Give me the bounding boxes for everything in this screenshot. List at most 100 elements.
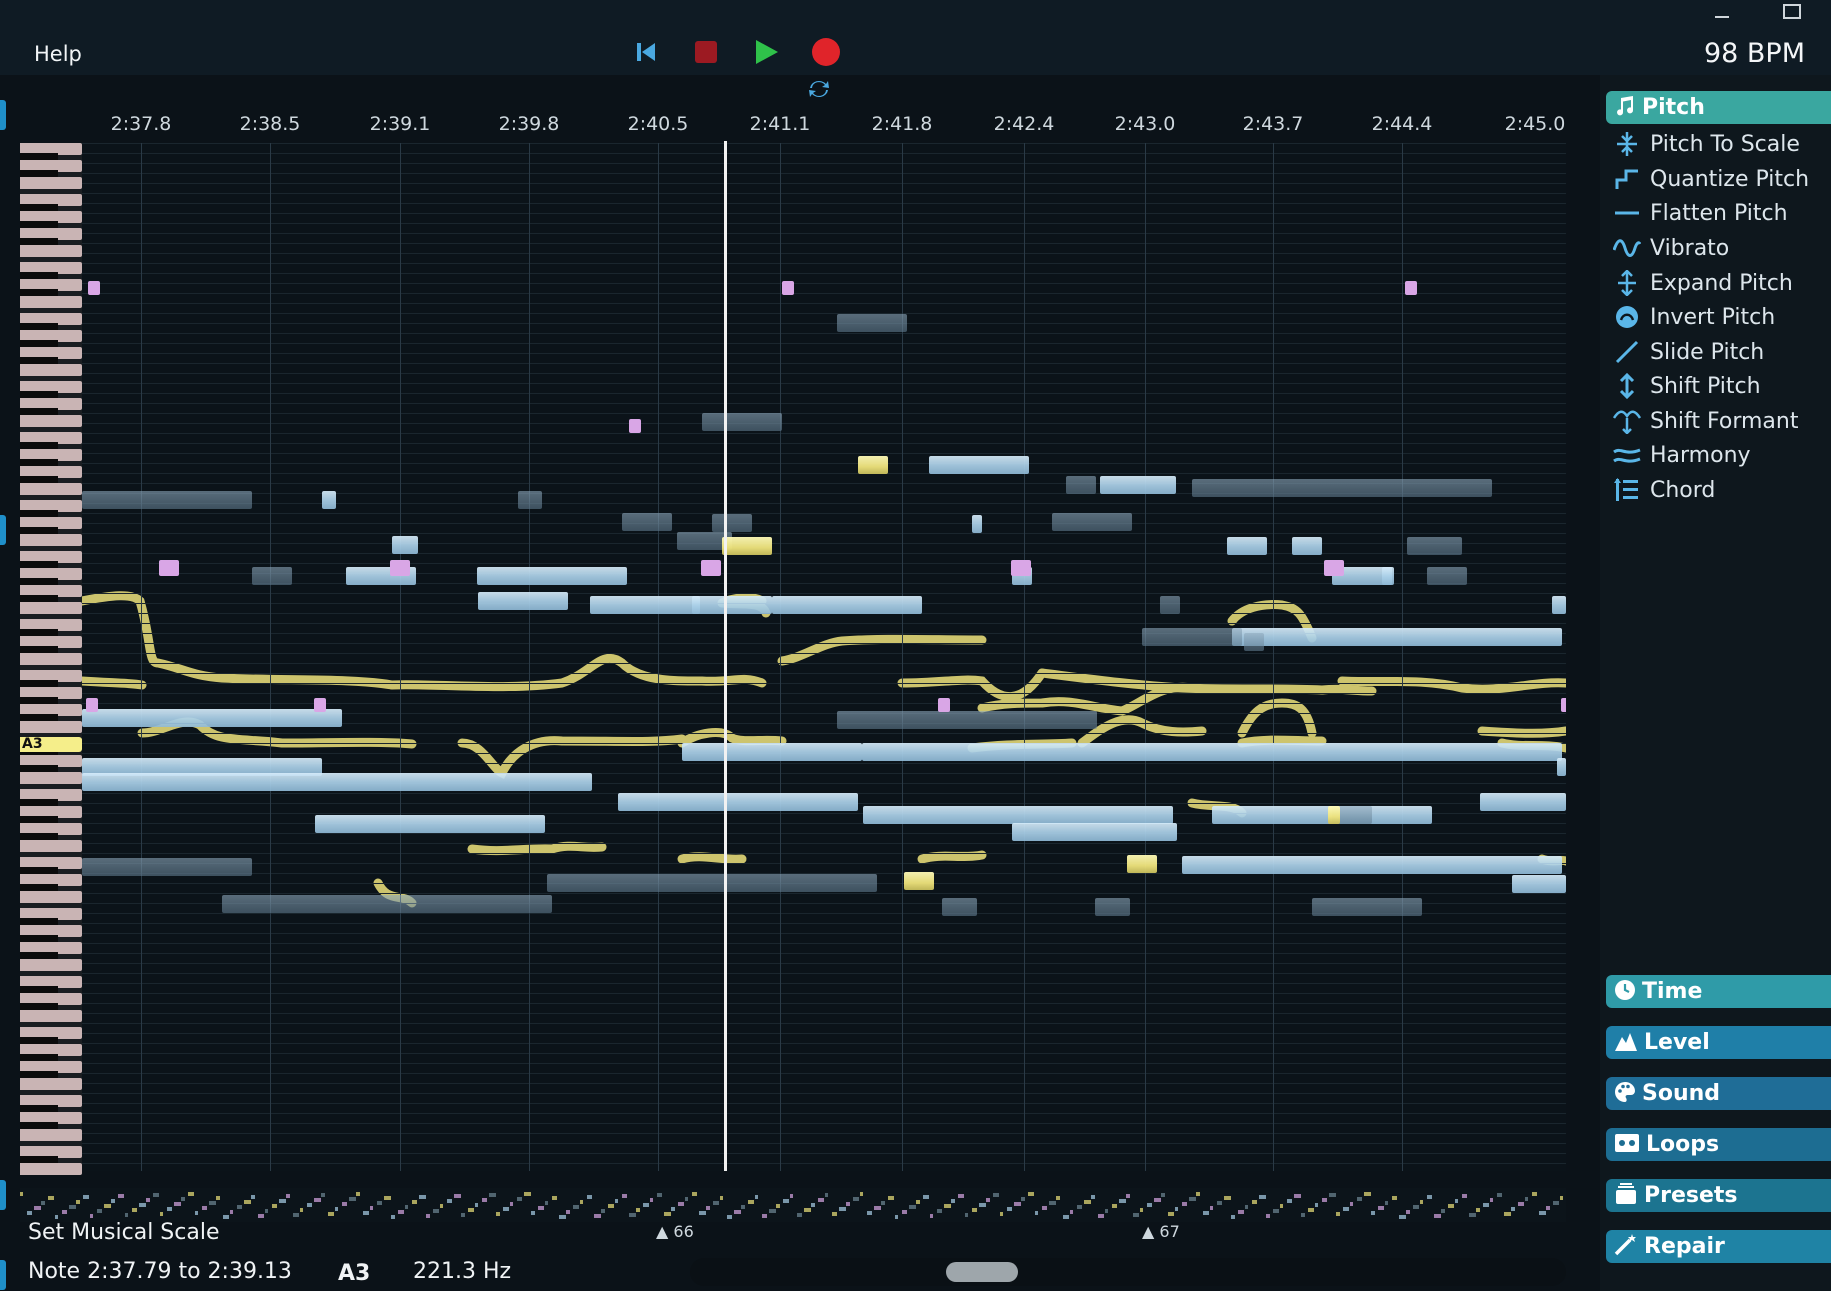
note-blob[interactable] [1182,856,1562,874]
section-time[interactable]: Time [1606,975,1831,1008]
help-menu[interactable]: Help [34,42,82,66]
scrollbar-thumb[interactable] [946,1262,1018,1282]
piano-key[interactable] [20,721,82,733]
note-editor-grid[interactable] [82,143,1566,1171]
piano-black-key[interactable] [20,272,58,279]
maximize-icon[interactable] [1782,3,1802,21]
note-blob[interactable] [1552,596,1566,614]
piano-black-key[interactable] [20,561,58,568]
note-blob[interactable] [1142,628,1242,646]
piano-black-key[interactable] [20,680,58,687]
tool-invert-pitch[interactable]: Invert Pitch [1612,302,1775,332]
piano-key[interactable] [20,364,82,376]
piano-black-key[interactable] [20,833,58,840]
tool-pitch-to-scale[interactable]: Pitch To Scale [1612,129,1800,159]
piano-black-key[interactable] [20,459,58,466]
note-blob[interactable] [622,513,672,531]
overview-strip[interactable] [20,1188,1566,1222]
piano-black-key[interactable] [20,884,58,891]
note-blob[interactable] [702,413,782,431]
piano-black-key[interactable] [20,918,58,925]
piano-black-key[interactable] [20,442,58,449]
piano-black-key[interactable] [20,1003,58,1010]
note-blob[interactable] [942,898,977,916]
note-blob[interactable] [1382,567,1394,585]
piano-key[interactable] [20,1010,82,1022]
play-icon[interactable] [750,36,782,68]
note-blob[interactable] [1480,793,1566,811]
piano-key[interactable] [20,534,82,546]
section-repair[interactable]: Repair [1606,1230,1831,1263]
piano-key[interactable] [20,891,82,903]
note-blob[interactable] [252,567,292,585]
piano-key[interactable] [20,245,82,257]
note-blob[interactable] [1227,537,1267,555]
note-blob[interactable] [1012,823,1177,841]
note-blob[interactable] [1557,758,1566,776]
pitch-marker[interactable] [159,560,179,576]
pitch-marker[interactable] [938,698,950,712]
piano-key[interactable] [20,1163,82,1175]
note-blob[interactable] [1212,806,1432,824]
piano-key[interactable] [20,483,82,495]
pitch-marker[interactable] [390,560,410,576]
piano-key[interactable] [20,653,82,665]
tool-expand-pitch[interactable]: Expand Pitch [1612,268,1793,298]
note-blob[interactable] [547,874,877,892]
pitch-marker[interactable] [1324,560,1344,576]
tool-shift-pitch[interactable]: Shift Pitch [1612,371,1761,401]
piano-black-key[interactable] [20,646,58,653]
note-blob[interactable] [1407,537,1462,555]
note-blob[interactable] [712,514,752,532]
piano-key[interactable] [20,602,82,614]
piano-black-key[interactable] [20,1122,58,1129]
tool-vibrato[interactable]: Vibrato [1612,233,1729,263]
horizontal-scrollbar[interactable] [690,1258,1566,1286]
piano-black-key[interactable] [20,935,58,942]
piano-black-key[interactable] [20,595,58,602]
rewind-icon[interactable] [630,36,662,68]
note-blob[interactable] [837,314,907,332]
piano-key[interactable] [20,296,82,308]
note-blob[interactable] [392,536,418,554]
note-blob[interactable] [1100,476,1176,494]
note-blob[interactable] [1244,633,1264,651]
loop-icon[interactable] [804,76,834,102]
note-blob[interactable] [82,709,342,727]
pitch-marker[interactable] [1561,698,1566,712]
bar-marker[interactable]: ▲ 67 [1142,1222,1180,1241]
stop-icon[interactable] [690,36,722,68]
piano-black-key[interactable] [20,204,58,211]
piano-black-key[interactable] [20,1156,58,1163]
piano-black-key[interactable] [20,986,58,993]
piano-black-key[interactable] [20,153,58,160]
note-blob[interactable] [1066,476,1096,494]
selected-note[interactable] [904,872,934,890]
piano-black-key[interactable] [20,697,58,704]
record-icon[interactable] [810,36,842,68]
tempo-display[interactable]: 98 BPM [1704,38,1805,69]
note-blob[interactable] [1095,898,1130,916]
tool-slide-pitch[interactable]: Slide Pitch [1612,337,1764,367]
piano-black-key[interactable] [20,391,58,398]
note-blob[interactable] [518,491,542,509]
note-blob[interactable] [82,773,592,791]
note-blob[interactable] [929,456,1029,474]
piano-key[interactable] [20,1078,82,1090]
section-pitch[interactable]: Pitch [1606,91,1831,124]
note-blob[interactable] [618,793,858,811]
tool-flatten-pitch[interactable]: Flatten Pitch [1612,198,1788,228]
note-blob[interactable] [1232,628,1562,646]
section-level[interactable]: Level [1606,1026,1831,1059]
piano-key[interactable] [20,415,82,427]
note-blob[interactable] [837,711,1097,729]
note-blob[interactable] [972,515,982,533]
timeline-ruler[interactable]: 2:37.8 2:38.5 2:39.1 2:39.8 2:40.5 2:41.… [82,103,1566,143]
piano-black-key[interactable] [20,510,58,517]
piano-black-key[interactable] [20,765,58,772]
selected-note[interactable] [1328,806,1340,824]
note-blob[interactable] [1512,875,1566,893]
piano-black-key[interactable] [20,714,58,721]
piano-black-key[interactable] [20,816,58,823]
piano-black-key[interactable] [20,170,58,177]
